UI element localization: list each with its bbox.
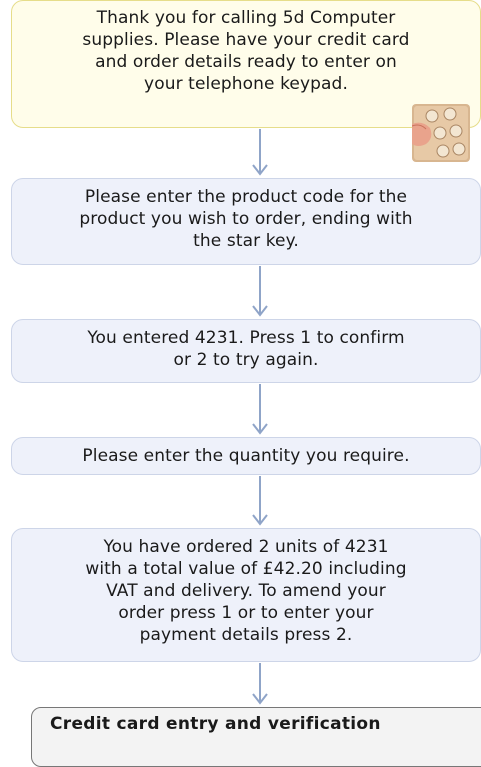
step-text: You have ordered 2 units of 4231 with a … [85,537,407,645]
welcome-message-box: Thank you for calling 5d Computer suppli… [11,0,481,128]
step-enter-product-code: Please enter the product code for the pr… [11,178,481,265]
step-text: Please enter the quantity you require. [82,446,410,466]
credit-card-entry-box: Credit card entry and verification [31,707,481,767]
credit-card-entry-label: Credit card entry and verification [50,714,381,734]
arrow-down-icon [252,266,268,317]
arrow-down-icon [252,384,268,435]
arrow-down-icon [252,476,268,526]
step-text: Please enter the product code for the pr… [79,187,413,251]
step-text: You entered 4231. Press 1 to confirm or … [87,328,405,370]
telephone-keypad-icon [412,104,470,162]
step-enter-quantity: Please enter the quantity you require. [11,437,481,475]
step-order-summary: You have ordered 2 units of 4231 with a … [11,528,481,662]
step-confirm-product-code: You entered 4231. Press 1 to confirm or … [11,319,481,383]
arrow-down-icon [252,129,268,176]
welcome-message-text: Thank you for calling 5d Computer suppli… [82,8,410,94]
arrow-down-icon [252,663,268,705]
